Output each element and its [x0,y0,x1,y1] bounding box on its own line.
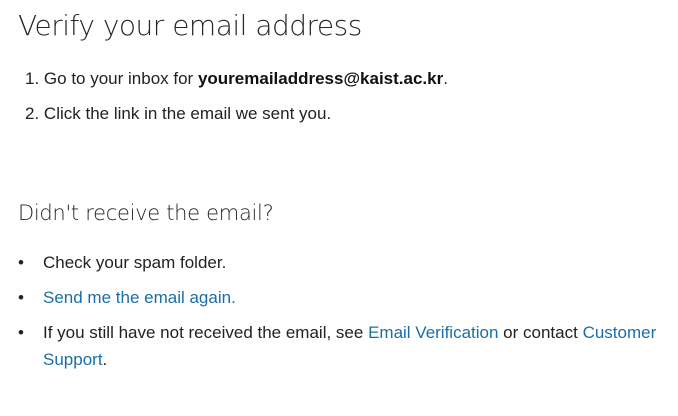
list-item: • If you still have not received the ema… [18,319,658,373]
step-text: Go to your inbox for [43,69,198,88]
page-title: Verify your email address [18,9,362,42]
email-address: youremailaddress@kaist.ac.kr [197,69,444,88]
step-suffix: . [443,69,448,88]
still-not-received-text: If you still have not received the email… [43,323,369,342]
bullet-icon: • [18,253,24,272]
step-item: 1. Go to your inbox for youremailaddress… [25,66,448,101]
section-title: Didn't receive the email? [18,201,274,225]
check-spam-text: Check your spam folder. [43,253,227,272]
steps-list: 1. Go to your inbox for youremailaddress… [25,66,448,136]
step-text: Click the link in the email we sent you. [43,104,332,123]
step-item: 2. Click the link in the email we sent y… [25,101,448,136]
bullet-icon: • [18,288,24,307]
verify-email-page: Verify your email address 1. Go to your … [0,0,678,416]
bullet-icon: • [18,323,24,342]
resend-email-link[interactable]: Send me the email again. [43,288,236,307]
step-number: 2. [25,104,40,123]
email-verification-link[interactable]: Email Verification [368,323,498,342]
list-item: • Check your spam folder. [18,249,658,276]
or-contact-text: or contact [498,323,583,342]
list-item: • Send me the email again. [18,284,658,311]
tips-list: • Check your spam folder. • Send me the … [18,249,658,381]
step-number: 1. [25,69,40,88]
period-text: . [102,350,108,369]
